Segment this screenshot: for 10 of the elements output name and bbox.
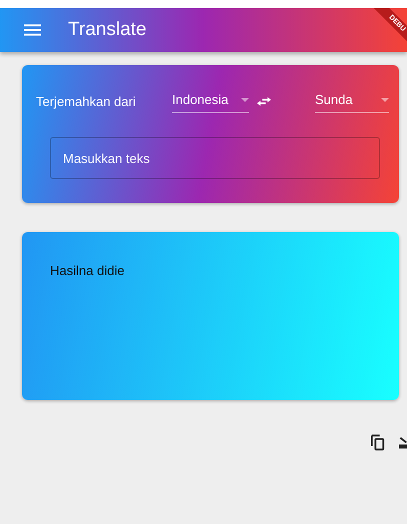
swap-icon[interactable] <box>257 96 271 106</box>
app-title: Translate <box>68 19 146 41</box>
menu-icon[interactable] <box>24 24 41 36</box>
copy-icon[interactable] <box>371 434 385 451</box>
dropdown-arrow-icon <box>241 98 249 102</box>
dropdown-arrow-icon <box>381 98 389 102</box>
language-dropdown[interactable]: Indonesia <box>172 89 249 113</box>
result-text: Hasilna didie <box>50 263 124 278</box>
language-dropdown[interactable]: Sunda <box>315 89 389 113</box>
from-label: Terjemahkan dari <box>36 94 137 108</box>
